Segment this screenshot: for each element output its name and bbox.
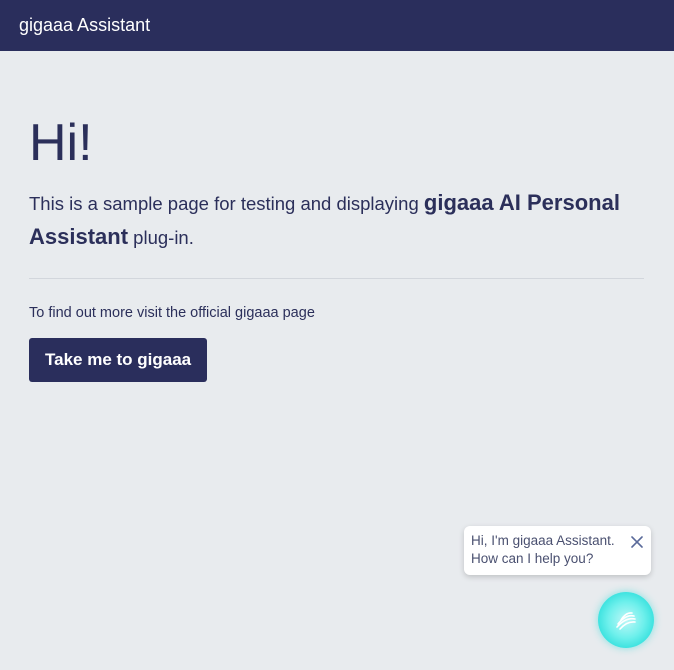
brand-link[interactable]: gigaaa Assistant xyxy=(19,15,150,36)
divider xyxy=(29,278,644,279)
lead-suffix: plug-in. xyxy=(128,227,194,248)
greeting-line-2: How can I help you? xyxy=(471,551,594,566)
info-text: To find out more visit the official giga… xyxy=(29,305,315,321)
main-content: Hi! This is a sample page for testing an… xyxy=(29,108,644,382)
lead-paragraph: This is a sample page for testing and di… xyxy=(29,186,644,254)
assistant-greeting-bubble[interactable]: Hi, I'm gigaaa Assistant. How can I help… xyxy=(464,526,651,575)
page-title: Hi! xyxy=(29,114,93,172)
close-icon[interactable] xyxy=(629,534,645,550)
top-navbar: gigaaa Assistant xyxy=(0,0,674,51)
greeting-line-1: Hi, I'm gigaaa Assistant. xyxy=(471,533,615,548)
assistant-launcher-button[interactable] xyxy=(598,592,654,648)
take-me-to-gigaaa-button[interactable]: Take me to gigaaa xyxy=(29,338,208,382)
lead-prefix: This is a sample page for testing and di… xyxy=(29,193,424,214)
